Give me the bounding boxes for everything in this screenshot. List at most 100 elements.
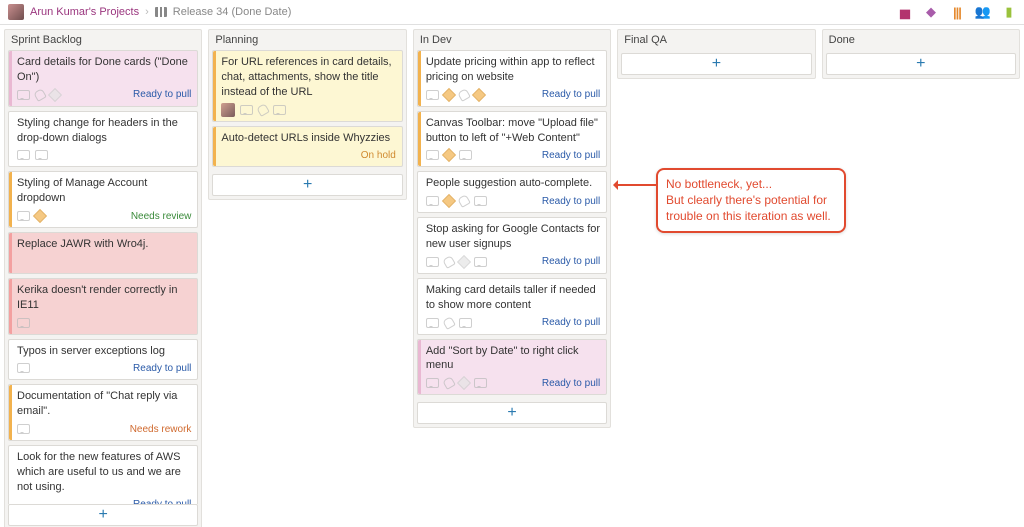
card-list: Card details for Done cards ("Done On")R… bbox=[5, 50, 201, 504]
card-footer: Ready to pull bbox=[9, 360, 197, 379]
card[interactable]: Styling of Manage Account dropdownNeeds … bbox=[8, 171, 198, 228]
status-badge: Ready to pull bbox=[133, 363, 191, 374]
card-stripe bbox=[418, 51, 421, 106]
attachment-icon bbox=[444, 378, 454, 388]
card-title: Add "Sort by Date" to right click menu bbox=[418, 340, 606, 376]
card-footer: Needs review bbox=[9, 208, 197, 227]
card-stripe bbox=[9, 233, 12, 273]
column-title: Sprint Backlog bbox=[5, 30, 201, 50]
chat-icon bbox=[459, 150, 472, 160]
add-card-button[interactable]: + bbox=[621, 53, 811, 75]
card[interactable]: Stop asking for Google Contacts for new … bbox=[417, 217, 607, 274]
people-icon[interactable]: 👥 bbox=[976, 5, 990, 19]
chat-icon bbox=[426, 318, 439, 328]
card-title: Styling of Manage Account dropdown bbox=[9, 172, 197, 208]
card-footer: Ready to pull bbox=[418, 87, 606, 106]
annotation-bubble: No bottleneck, yet... But clearly there'… bbox=[656, 168, 846, 233]
attachment-icon bbox=[444, 318, 454, 328]
annotation-callout: No bottleneck, yet... But clearly there'… bbox=[616, 168, 846, 233]
card-title: Documentation of "Chat reply via email". bbox=[9, 385, 197, 421]
card-title: Typos in server exceptions log bbox=[9, 340, 197, 361]
card-stripe bbox=[9, 385, 12, 440]
card-stripe bbox=[9, 279, 12, 334]
card-footer: Ready to pull bbox=[418, 193, 606, 212]
breadcrumb: Arun Kumar's Projects › Release 34 (Done… bbox=[8, 4, 291, 20]
add-card-button[interactable]: + bbox=[8, 504, 198, 526]
card[interactable]: Typos in server exceptions log Ready to p… bbox=[8, 339, 198, 381]
chat-icon bbox=[426, 196, 439, 206]
card-title: Making card details taller if needed to … bbox=[418, 279, 606, 315]
card-title: Stop asking for Google Contacts for new … bbox=[418, 218, 606, 254]
assignee-avatar[interactable] bbox=[221, 103, 235, 117]
card[interactable]: Add "Sort by Date" to right click menuRe… bbox=[417, 339, 607, 396]
chat-icon bbox=[459, 318, 472, 328]
tag-icon bbox=[442, 88, 456, 102]
card-title: Look for the new features of AWS which a… bbox=[9, 446, 197, 497]
chat-icon bbox=[35, 150, 48, 160]
chat-icon bbox=[17, 318, 30, 328]
column-title: Planning bbox=[209, 30, 405, 50]
card-title: People suggestion auto-complete. bbox=[418, 172, 606, 193]
chat-icon bbox=[17, 363, 30, 373]
board-title: Release 34 (Done Date) bbox=[173, 6, 292, 18]
attachment-icon bbox=[35, 90, 45, 100]
chat-icon bbox=[17, 90, 30, 100]
card[interactable]: For URL references in card details, chat… bbox=[212, 50, 402, 122]
status-badge: Ready to pull bbox=[542, 196, 600, 207]
card[interactable]: Replace JAWR with Wro4j. bbox=[8, 232, 198, 274]
tag-icon bbox=[457, 376, 471, 390]
status-badge: Ready to pull bbox=[133, 89, 191, 100]
tag-icon bbox=[442, 148, 456, 162]
tag-icon[interactable]: ◆ bbox=[924, 5, 938, 19]
avatar[interactable] bbox=[8, 4, 24, 20]
card-footer: Ready to pull bbox=[418, 315, 606, 334]
card[interactable]: Making card details taller if needed to … bbox=[417, 278, 607, 335]
card-footer: Ready to pull bbox=[418, 375, 606, 394]
status-badge: Ready to pull bbox=[133, 499, 191, 504]
chat-icon bbox=[474, 378, 487, 388]
columns-icon[interactable]: ||| bbox=[950, 5, 964, 19]
chat-icon bbox=[474, 196, 487, 206]
card[interactable]: Auto-detect URLs inside WhyzziesOn hold bbox=[212, 126, 402, 168]
card[interactable]: Kerika doesn't render correctly in IE11 bbox=[8, 278, 198, 335]
card-stripe bbox=[9, 172, 12, 227]
chat-icon bbox=[474, 257, 487, 267]
card-stripe bbox=[213, 51, 216, 121]
chat-icon bbox=[426, 150, 439, 160]
status-badge: Ready to pull bbox=[542, 150, 600, 161]
highlight-icon[interactable]: ▮ bbox=[1002, 5, 1016, 19]
card-stripe bbox=[418, 112, 421, 167]
card[interactable]: Styling change for headers in the drop-d… bbox=[8, 111, 198, 168]
add-card-button[interactable]: + bbox=[826, 53, 1016, 75]
tag-icon bbox=[33, 209, 47, 223]
column-title: In Dev bbox=[414, 30, 610, 50]
project-link[interactable]: Arun Kumar's Projects bbox=[30, 6, 139, 18]
card-title: Auto-detect URLs inside Whyzzies bbox=[213, 127, 401, 148]
attachment-icon bbox=[444, 257, 454, 267]
add-card-button[interactable]: + bbox=[417, 402, 607, 424]
annotation-line1: No bottleneck, yet... bbox=[666, 177, 772, 191]
chat-icon bbox=[17, 150, 30, 160]
chat-icon[interactable]: ▅ bbox=[898, 5, 912, 19]
add-card-button[interactable]: + bbox=[212, 174, 402, 196]
card[interactable]: Documentation of "Chat reply via email".… bbox=[8, 384, 198, 441]
card-title: Update pricing within app to reflect pri… bbox=[418, 51, 606, 87]
card-list: Update pricing within app to reflect pri… bbox=[414, 50, 610, 402]
chat-icon bbox=[273, 105, 286, 115]
breadcrumb-separator: › bbox=[145, 6, 149, 18]
board: Sprint BacklogCard details for Done card… bbox=[0, 25, 1024, 527]
card[interactable]: Card details for Done cards ("Done On")R… bbox=[8, 50, 198, 107]
card[interactable]: People suggestion auto-complete. Ready to… bbox=[417, 171, 607, 213]
card[interactable]: Update pricing within app to reflect pri… bbox=[417, 50, 607, 107]
attachment-icon bbox=[459, 90, 469, 100]
card-stripe bbox=[9, 51, 12, 106]
card[interactable]: Look for the new features of AWS which a… bbox=[8, 445, 198, 504]
card-list: For URL references in card details, chat… bbox=[209, 50, 405, 174]
card-footer: Ready to pull bbox=[9, 87, 197, 106]
card-footer: On hold bbox=[213, 147, 401, 166]
card[interactable]: Canvas Toolbar: move "Upload file" butto… bbox=[417, 111, 607, 168]
attachment-icon bbox=[258, 105, 268, 115]
chat-icon bbox=[17, 424, 30, 434]
tag-icon bbox=[457, 255, 471, 269]
card-footer: Ready to pull bbox=[418, 254, 606, 273]
